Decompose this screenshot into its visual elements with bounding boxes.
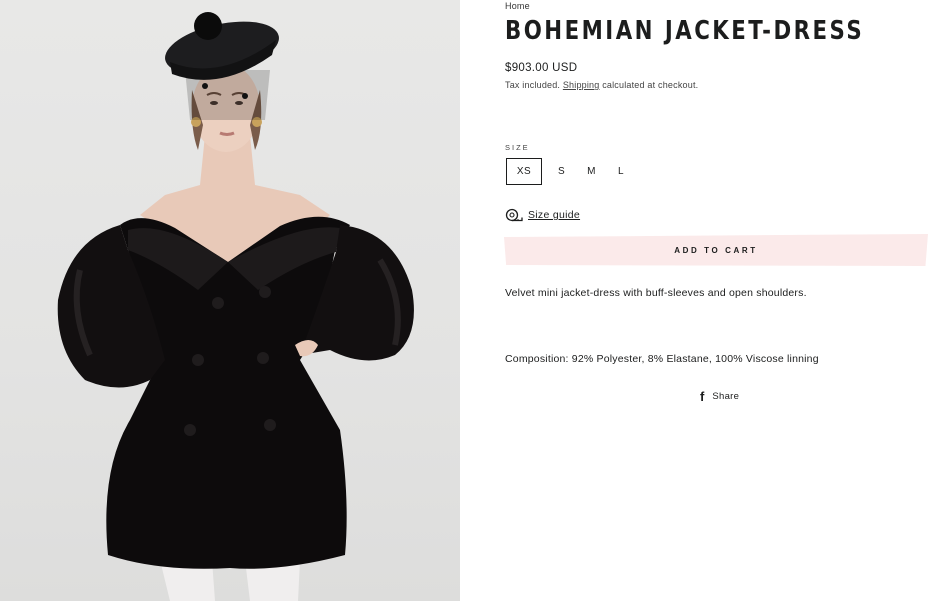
tape-measure-icon <box>505 208 523 222</box>
size-option-m[interactable]: M <box>579 158 604 185</box>
shipping-link[interactable]: Shipping <box>563 80 600 90</box>
product-composition: Composition: 92% Polyester, 8% Elastane,… <box>505 353 819 365</box>
tax-note-prefix: Tax included. <box>505 80 561 90</box>
size-guide-label: Size guide <box>528 209 581 221</box>
facebook-icon: f <box>700 389 705 404</box>
product-page: Home BOHEMIAN JACKET-DRESS $903.00 USD T… <box>0 0 932 601</box>
share-facebook-link[interactable]: f Share <box>700 390 739 403</box>
size-label: SIZE <box>505 143 530 152</box>
size-guide-link[interactable]: Size guide <box>505 208 580 222</box>
add-to-cart-button[interactable]: ADD TO CART <box>504 234 928 266</box>
tax-note-suffix: calculated at checkout. <box>602 80 699 90</box>
tax-note: Tax included. Shipping calculated at che… <box>505 80 698 90</box>
size-selector: XS S M L <box>506 158 638 185</box>
size-option-xs[interactable]: XS <box>506 158 542 185</box>
breadcrumb-home[interactable]: Home <box>505 1 530 11</box>
product-info: Home BOHEMIAN JACKET-DRESS $903.00 USD T… <box>504 0 930 601</box>
product-price: $903.00 USD <box>505 62 578 74</box>
size-option-l[interactable]: L <box>610 158 632 185</box>
product-title: BOHEMIAN JACKET-DRESS <box>505 16 865 46</box>
size-option-s[interactable]: S <box>550 158 573 185</box>
model-photo <box>57 12 414 601</box>
share-label: Share <box>712 391 740 402</box>
product-image[interactable] <box>0 0 460 601</box>
product-description: Velvet mini jacket-dress with buff-sleev… <box>505 287 807 299</box>
